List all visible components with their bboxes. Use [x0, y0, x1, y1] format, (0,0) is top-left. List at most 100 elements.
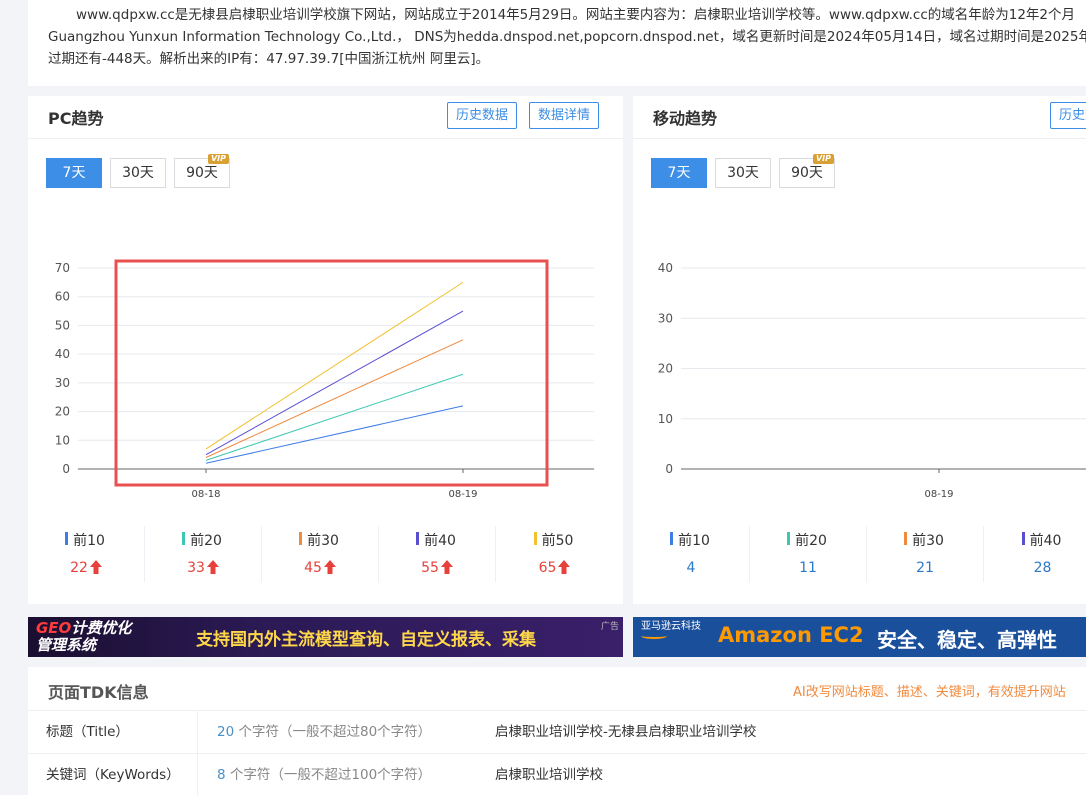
stat-value-number: 65 — [538, 560, 557, 576]
stat-value-number: 45 — [304, 560, 322, 576]
tdk-count: 20 个字符（一般不超过80个字符） — [217, 711, 431, 754]
tab-90-days[interactable]: 90天 VIP — [174, 154, 230, 188]
pc-chart-x-tick-label: 08-19 — [448, 489, 477, 500]
stat-label: 前50 — [533, 530, 573, 550]
arrow-up-icon — [558, 560, 571, 574]
pc-chart-series-line — [205, 281, 464, 450]
aws-product: Amazon EC2 — [718, 623, 864, 647]
aws-smile-icon — [641, 633, 667, 639]
stat-label: 前40 — [416, 530, 456, 550]
mobile-stat-2: 前30 21 — [867, 526, 984, 582]
stat-value-number: 22 — [70, 560, 88, 576]
intro-line-2: Guangzhou Yunxun Information Technology … — [48, 29, 1086, 45]
stat-value: 45 — [262, 560, 378, 576]
intro-line-1: www.qdpxw.cc是无棣县启棣职业培训学校旗下网站，网站成立于2014年5… — [76, 7, 1076, 23]
stat-value-number: 21 — [916, 560, 934, 576]
pc-chart-y-tick-label: 50 — [55, 318, 70, 332]
tab-90-days-label: 90天 — [186, 165, 218, 181]
pc-chart-y-tick-label: 20 — [55, 405, 70, 419]
mobile-stat-3: 前40 28 — [984, 526, 1086, 582]
stat-label: 前10 — [670, 530, 710, 550]
tdk-value: 启棣职业培训学校 — [495, 767, 603, 783]
geo-ad-text: 支持国内外主流模型查询、自定义报表、采集 — [196, 630, 536, 650]
vip-badge: VIP — [207, 154, 229, 164]
mobile-chart-y-tick-label: 40 — [658, 261, 673, 275]
mobile-chart-y-tick-label: 20 — [658, 362, 673, 376]
stat-value: 22 — [28, 560, 144, 576]
mobile-tab-90-days-label: 90天 — [791, 165, 823, 181]
stat-value: 21 — [867, 560, 983, 576]
stat-label: 前30 — [299, 530, 339, 550]
tdk-label: 标题（Title） — [28, 711, 198, 754]
aws-logo-text: 亚马逊云科技 — [641, 621, 701, 632]
pc-card-title: PC趋势 — [48, 109, 104, 128]
tdk-count-number: 20 — [217, 724, 235, 740]
pc-card-header: PC趋势 历史数据 数据详情 — [28, 96, 623, 139]
stat-value-number: 55 — [421, 560, 439, 576]
stat-value: 55 — [379, 560, 495, 576]
arrow-up-icon — [440, 560, 453, 574]
mobile-tab-30-days[interactable]: 30天 — [715, 158, 771, 188]
tab-30-days[interactable]: 30天 — [110, 158, 166, 188]
stat-value-number: 11 — [799, 560, 817, 576]
stat-value: 33 — [145, 560, 261, 576]
mobile-stats-row: 前10 4 前20 11 前30 21 前40 28 — [633, 526, 1086, 586]
mobile-chart-y-tick-label: 0 — [665, 462, 673, 476]
arrow-up-icon — [89, 560, 102, 574]
geo-ad-banner[interactable]: GEO计费优化 管理系统 支持国内外主流模型查询、自定义报表、采集 广告 — [28, 617, 623, 657]
mobile-trend-card: 移动趋势 历史数据 7天 30天 90天 VIP 01020304008-19 … — [633, 96, 1086, 604]
geo-ad-logo-geo: GEO — [36, 619, 72, 637]
tdk-count: 8 个字符（一般不超过100个字符） — [217, 754, 431, 795]
stat-value: 28 — [984, 560, 1086, 576]
tdk-header: 页面TDK信息 AI改写网站标题、描述、关键词，有效提升网站 — [28, 667, 1086, 711]
mobile-card-title: 移动趋势 — [653, 109, 718, 128]
arrow-up-icon — [323, 560, 336, 574]
stat-label: 前20 — [787, 530, 827, 550]
stat-value-number: 4 — [686, 560, 696, 576]
site-intro: www.qdpxw.cc是无棣县启棣职业培训学校旗下网站，网站成立于2014年5… — [28, 0, 1086, 86]
mobile-chart-x-tick-label: 08-19 — [924, 489, 953, 500]
stat-label: 前40 — [1021, 530, 1061, 550]
pc-stat-2: 前30 45 — [262, 526, 379, 582]
tdk-section: 页面TDK信息 AI改写网站标题、描述、关键词，有效提升网站 标题（Title）… — [28, 667, 1086, 795]
stat-value: 4 — [633, 560, 749, 576]
ai-rewrite-link[interactable]: AI改写网站标题、描述、关键词，有效提升网站 — [793, 681, 1066, 700]
pc-trend-chart: 0 10 20 30 40 50 60 70 08-18 08-19 — [55, 259, 594, 500]
stat-value: 11 — [750, 560, 866, 576]
mobile-history-data-button[interactable]: 历史数据 — [1050, 102, 1086, 129]
mobile-tab-90-days[interactable]: 90天 VIP — [779, 154, 835, 188]
tdk-label: 关键词（KeyWords） — [28, 754, 198, 795]
ad-tag: 广告 — [600, 622, 619, 632]
mobile-tab-7-days[interactable]: 7天 — [651, 158, 707, 188]
pc-chart-y-tick-label: 70 — [55, 261, 70, 275]
mobile-chart-y-tick-label: 30 — [658, 311, 673, 325]
mobile-stat-1: 前20 11 — [750, 526, 867, 582]
stat-label: 前20 — [182, 530, 222, 550]
stat-value-number: 33 — [187, 560, 205, 576]
stat-value-number: 28 — [1033, 560, 1052, 576]
tdk-title: 页面TDK信息 — [48, 683, 149, 702]
tdk-count-text: 个字符（一般不超过100个字符） — [225, 767, 432, 783]
pc-chart-y-tick-label: 60 — [55, 290, 70, 304]
mobile-vip-badge: VIP — [812, 154, 834, 164]
history-data-button[interactable]: 历史数据 — [447, 102, 518, 129]
tab-7-days[interactable]: 7天 — [46, 158, 102, 188]
pc-chart-y-tick-label: 40 — [55, 347, 70, 361]
pc-stat-3: 前40 55 — [379, 526, 496, 582]
stat-value: 65 — [496, 560, 613, 576]
pc-chart-y-tick-label: 0 — [62, 462, 70, 476]
tdk-count-text: 个字符（一般不超过80个字符） — [234, 724, 432, 740]
data-detail-button[interactable]: 数据详情 — [529, 102, 600, 129]
pc-stat-1: 前20 33 — [145, 526, 262, 582]
pc-stat-0: 前10 22 — [28, 526, 145, 582]
highlight-box — [114, 259, 549, 487]
mobile-stat-0: 前10 4 — [633, 526, 750, 582]
aws-ad-banner[interactable]: 亚马逊云科技 Amazon EC2 安全、稳定、高弹性 — [633, 617, 1086, 657]
aws-logo: 亚马逊云科技 — [641, 621, 701, 639]
tdk-row-title: 标题（Title） 20 个字符（一般不超过80个字符） 启棣职业培训学校-无棣… — [28, 711, 1086, 754]
stat-label: 前10 — [65, 530, 105, 550]
intro-line-3: 过期还有-448天。解析出来的IP有：47.97.39.7[中国浙江杭州 阿里云… — [48, 51, 490, 67]
mobile-trend-chart: 0 10 20 30 40 08-19 — [658, 261, 1086, 500]
pc-stats-row: 前10 22 前20 33 前30 45 前40 55 前50 65 — [28, 526, 623, 586]
tdk-value: 启棣职业培训学校-无棣县启棣职业培训学校 — [495, 724, 757, 740]
